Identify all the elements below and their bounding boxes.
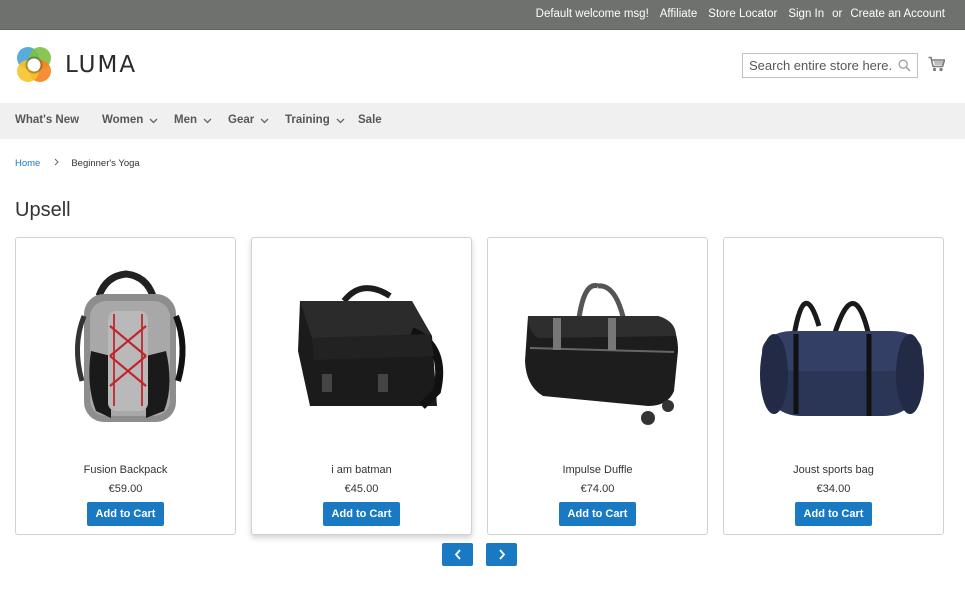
sports-bag-image[interactable] [734, 256, 934, 446]
product-card[interactable]: Impulse Duffle €74.00 Add to Cart [487, 237, 708, 535]
nav-item-training[interactable]: Training [285, 114, 345, 126]
rolling-duffle-image[interactable] [498, 256, 698, 446]
affiliate-link[interactable]: Affiliate [660, 8, 698, 20]
product-name[interactable]: i am batman [252, 464, 471, 476]
logo-text: LUMA [65, 52, 138, 78]
carousel-next-button[interactable] [486, 543, 517, 566]
product-card[interactable]: Joust sports bag €34.00 Add to Cart [723, 237, 944, 535]
create-account-link[interactable]: Create an Account [850, 8, 945, 20]
search-box[interactable] [742, 53, 918, 78]
chevron-down-icon [260, 118, 269, 123]
store-logo[interactable]: LUMA [15, 46, 137, 84]
nav-item-label: Training [285, 114, 330, 126]
chevron-right-icon [498, 549, 505, 560]
top-utility-bar: Default welcome msg! Affiliate Store Loc… [0, 0, 965, 30]
page-header: LUMA [0, 30, 965, 103]
product-price: €34.00 [816, 483, 851, 495]
welcome-message: Default welcome msg! [535, 8, 649, 20]
nav-item-women[interactable]: Women [102, 114, 158, 126]
backpack-image[interactable] [26, 256, 226, 446]
add-to-cart-button[interactable]: Add to Cart [795, 502, 872, 526]
nav-item-gear[interactable]: Gear [228, 114, 269, 126]
product-name[interactable]: Impulse Duffle [488, 464, 707, 476]
nav-item-sale[interactable]: Sale [358, 114, 382, 126]
breadcrumb-current: Beginner's Yoga [71, 158, 140, 169]
product-price: €59.00 [108, 483, 143, 495]
nav-item-label: Men [174, 114, 197, 126]
page-title: Upsell [15, 199, 71, 221]
breadcrumb-home-link[interactable]: Home [15, 158, 40, 169]
shopping-cart-icon[interactable] [928, 56, 946, 77]
carousel-previous-button[interactable] [442, 543, 473, 566]
search-icon[interactable] [898, 59, 911, 77]
product-price: €74.00 [580, 483, 615, 495]
or-text: or [832, 8, 843, 20]
chevron-down-icon [149, 118, 158, 123]
main-navigation: What's New Women Men Gear Training Sale [0, 103, 965, 139]
product-name[interactable]: Fusion Backpack [16, 464, 235, 476]
add-to-cart-button[interactable]: Add to Cart [559, 502, 636, 526]
chevron-down-icon [203, 118, 212, 123]
nav-item-whats-new[interactable]: What's New [15, 114, 79, 126]
product-name[interactable]: Joust sports bag [724, 464, 943, 476]
store-locator-link[interactable]: Store Locator [708, 8, 777, 20]
chevron-down-icon [336, 118, 345, 123]
top-links: Default welcome msg! Affiliate Store Loc… [525, 8, 945, 20]
nav-item-label: Gear [228, 114, 255, 126]
search-input[interactable] [743, 54, 893, 77]
luma-logo-icon [15, 46, 53, 84]
chevron-left-icon [454, 549, 461, 560]
product-card[interactable]: Fusion Backpack €59.00 Add to Cart [15, 237, 236, 535]
breadcrumb: Home Beginner's Yoga [15, 158, 140, 169]
breadcrumb-separator-icon [54, 158, 60, 169]
add-to-cart-button[interactable]: Add to Cart [323, 502, 400, 526]
messenger-bag-image[interactable] [262, 256, 462, 446]
nav-item-label: Women [102, 114, 144, 126]
nav-item-label: What's New [15, 114, 80, 126]
nav-item-men[interactable]: Men [174, 114, 212, 126]
product-price: €45.00 [344, 483, 379, 495]
add-to-cart-button[interactable]: Add to Cart [87, 502, 164, 526]
product-card[interactable]: i am batman €45.00 Add to Cart [251, 237, 472, 535]
sign-in-link[interactable]: Sign In [788, 8, 824, 20]
nav-item-label: Sale [358, 114, 382, 126]
